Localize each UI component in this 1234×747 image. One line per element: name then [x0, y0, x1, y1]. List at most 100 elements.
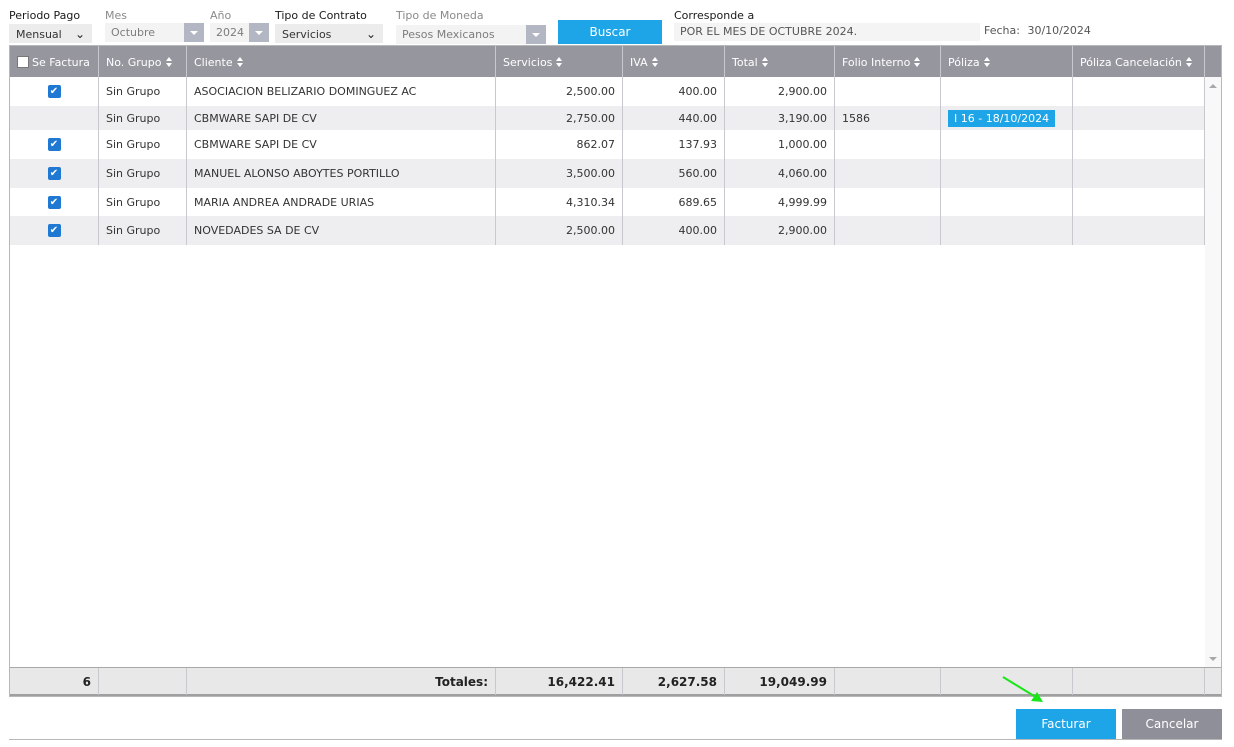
cell-grupo: Sin Grupo [99, 159, 187, 188]
cell-servicios: 2,750.00 [496, 106, 623, 130]
header-label: Servicios [503, 56, 553, 69]
header-cliente[interactable]: Cliente [187, 46, 496, 77]
cell-folio [835, 188, 941, 216]
cell-poliza [941, 130, 1073, 159]
total-count: 6 [10, 668, 99, 695]
cell-total: 3,190.00 [725, 106, 835, 130]
mes-select[interactable]: Octubre [105, 23, 204, 42]
cell-grupo: Sin Grupo [99, 216, 187, 245]
row-checkbox[interactable]: ✔ [47, 167, 61, 180]
cell-folio [835, 216, 941, 245]
total-iva: 2,627.58 [623, 668, 725, 695]
header-no-grupo[interactable]: No. Grupo [99, 46, 187, 77]
header-label: Folio Interno [842, 56, 911, 69]
total-total: 19,049.99 [725, 668, 835, 695]
sort-icon [556, 57, 563, 67]
row-checkbox[interactable]: ✔ [47, 138, 61, 151]
cell-cancelacion [1073, 159, 1205, 188]
footer-empty [835, 668, 941, 695]
row-checkbox[interactable]: ✔ [47, 224, 61, 237]
cell-grupo: Sin Grupo [99, 106, 187, 130]
table-row[interactable]: ✔ Sin Grupo NOVEDADES SA DE CV 2,500.00 … [10, 216, 1205, 245]
cell-iva: 400.00 [623, 216, 725, 245]
cell-cliente: CBMWARE SAPI DE CV [187, 106, 496, 130]
anio-value: 2024 [216, 26, 244, 39]
totals-label: Totales: [187, 668, 496, 695]
buscar-button[interactable]: Buscar [558, 20, 662, 44]
tipo-moneda-select[interactable]: Pesos Mexicanos [396, 25, 546, 44]
cell-poliza [941, 159, 1073, 188]
chevron-down-icon [526, 25, 546, 44]
header-iva[interactable]: IVA [623, 46, 725, 77]
cell-cliente: NOVEDADES SA DE CV [187, 216, 496, 245]
row-checkbox[interactable]: ✔ [47, 195, 61, 209]
header-label: Póliza [948, 56, 980, 69]
cell-cancelacion [1073, 106, 1205, 130]
chevron-down-icon [184, 23, 204, 42]
cell-servicios: 862.07 [496, 130, 623, 159]
header-label: Total [732, 56, 758, 69]
header-label: Se Factura [32, 56, 90, 69]
header-label: IVA [630, 56, 648, 69]
cell-total: 2,900.00 [725, 216, 835, 245]
table-row[interactable]: ✔ Sin Grupo MARIA ANDREA ANDRADE URIAS 4… [10, 188, 1205, 216]
vertical-scrollbar[interactable] [1205, 77, 1221, 667]
header-label: Póliza Cancelación [1080, 56, 1182, 69]
table-row[interactable]: ✔ Sin Grupo MANUEL ALONSO ABOYTES PORTIL… [10, 159, 1205, 188]
cell-folio [835, 77, 941, 106]
header-label: No. Grupo [106, 56, 162, 69]
annotation-arrow-icon [1002, 676, 1043, 702]
header-poliza[interactable]: Póliza [941, 46, 1073, 77]
cell-iva: 137.93 [623, 130, 725, 159]
cell-total: 4,999.99 [725, 188, 835, 216]
mes-value: Octubre [111, 26, 156, 39]
cell-total: 4,060.00 [725, 159, 835, 188]
fecha-field: Fecha: 30/10/2024 [984, 24, 1091, 37]
tipo-contrato-value: Servicios [282, 28, 332, 41]
cancelar-button[interactable]: Cancelar [1122, 709, 1222, 739]
cell-cliente: CBMWARE SAPI DE CV [187, 130, 496, 159]
select-all-checkbox[interactable] [17, 56, 29, 68]
poliza-badge[interactable]: I 16 - 18/10/2024 [948, 109, 1056, 127]
cell-folio [835, 130, 941, 159]
corresponde-label: Corresponde a [674, 9, 755, 22]
cell-iva: 400.00 [623, 77, 725, 106]
tipo-contrato-select[interactable]: Servicios ⌄ [275, 24, 383, 43]
header-folio-interno[interactable]: Folio Interno [835, 46, 941, 77]
sort-icon [1185, 57, 1193, 67]
cell-cliente: MANUEL ALONSO ABOYTES PORTILLO [187, 159, 496, 188]
cell-poliza [941, 77, 1073, 106]
cell-cancelacion [1073, 77, 1205, 106]
fecha-label: Fecha: [984, 24, 1020, 37]
table-row[interactable]: ✔ Sin Grupo CBMWARE SAPI DE CV 862.07 13… [10, 130, 1205, 159]
cell-iva: 689.65 [623, 188, 725, 216]
cell-cancelacion [1073, 188, 1205, 216]
tipo-moneda-value: Pesos Mexicanos [402, 28, 495, 41]
cell-poliza [941, 216, 1073, 245]
header-poliza-cancelacion[interactable]: Póliza Cancelación [1073, 46, 1205, 77]
row-checkbox[interactable]: ✔ [47, 85, 61, 98]
cell-grupo: Sin Grupo [99, 77, 187, 106]
cell-poliza [941, 188, 1073, 216]
cell-total: 1,000.00 [725, 130, 835, 159]
header-servicios[interactable]: Servicios [496, 46, 623, 77]
corresponde-input[interactable]: POR EL MES DE OCTUBRE 2024. [674, 23, 980, 41]
cell-se-factura[interactable] [10, 106, 99, 130]
periodo-pago-value: Mensual [16, 28, 62, 41]
header-total[interactable]: Total [725, 46, 835, 77]
cell-folio [835, 159, 941, 188]
mes-label: Mes [105, 9, 127, 22]
anio-select[interactable]: 2024 [210, 23, 269, 42]
scroll-down-icon[interactable] [1209, 657, 1217, 661]
chevron-down-icon: ⌄ [74, 27, 85, 41]
header-se-factura[interactable]: Se Factura [10, 46, 99, 77]
footer-empty [99, 668, 187, 695]
cell-grupo: Sin Grupo [99, 130, 187, 159]
cell-cancelacion [1073, 216, 1205, 245]
periodo-pago-select[interactable]: Mensual ⌄ [9, 24, 92, 43]
table-row[interactable]: Sin Grupo CBMWARE SAPI DE CV 2,750.00 44… [10, 106, 1205, 130]
facturar-button[interactable]: Facturar [1016, 709, 1116, 739]
scroll-up-icon[interactable] [1209, 84, 1217, 88]
cell-poliza: I 16 - 18/10/2024 [941, 106, 1073, 130]
table-row[interactable]: ✔ Sin Grupo ASOCIACION BELIZARIO DOMINGU… [10, 77, 1205, 106]
